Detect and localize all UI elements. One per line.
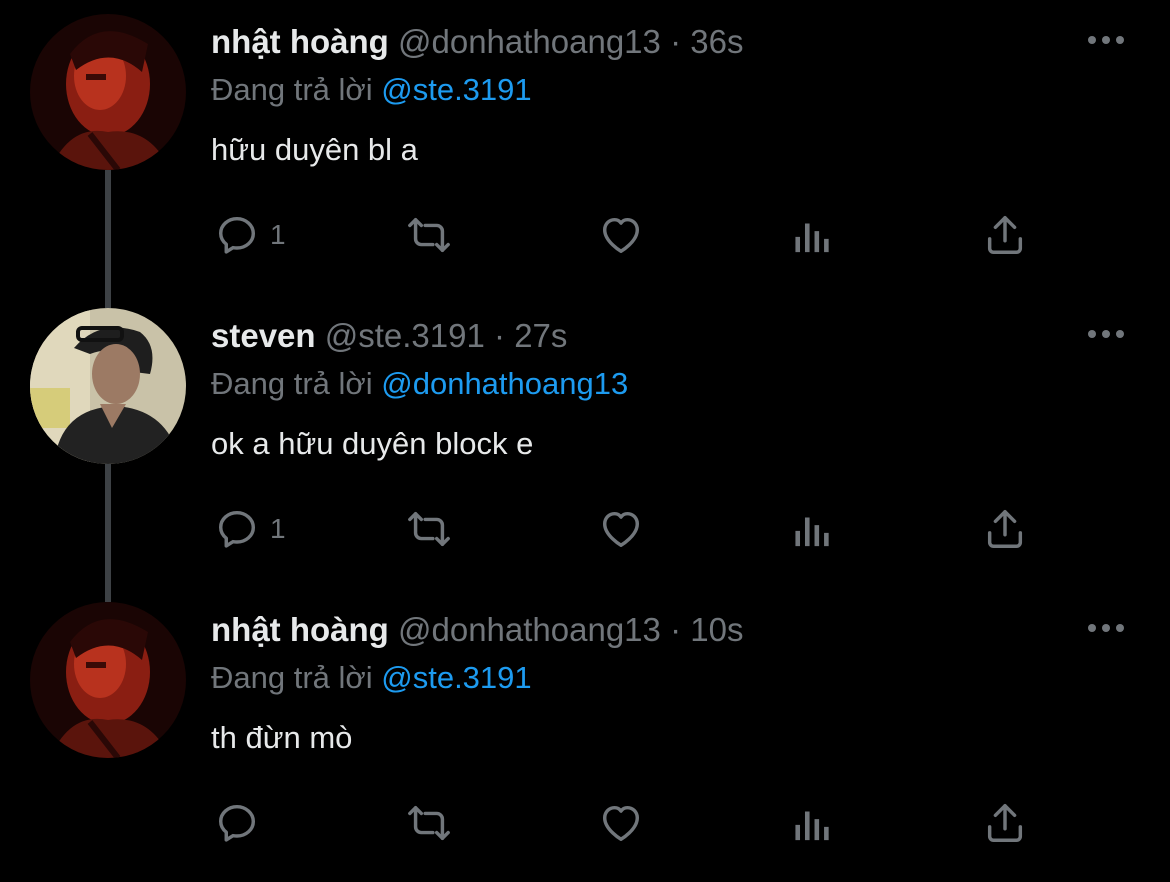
tweet-text: ok a hữu duyên block e	[211, 426, 534, 461]
reply-button[interactable]: 1	[214, 504, 286, 554]
tweet-header: nhật hoàng @donhathoang13 · 36s	[211, 22, 743, 62]
author-name[interactable]: nhật hoàng	[211, 611, 389, 648]
separator-dot: ·	[670, 23, 682, 60]
tweet[interactable]: steven @ste.3191 · 27s Đang trả lời @don…	[0, 294, 1170, 588]
share-button[interactable]	[982, 798, 1028, 848]
replying-to: Đang trả lời @ste.3191	[211, 658, 532, 698]
author-handle[interactable]: @ste.3191	[325, 317, 485, 354]
tweet-text: th đừn mò	[211, 720, 353, 755]
views-button[interactable]	[792, 798, 834, 848]
timestamp[interactable]: 36s	[690, 23, 743, 60]
share-icon	[987, 216, 1023, 254]
like-button[interactable]	[598, 504, 644, 554]
share-button[interactable]	[982, 210, 1028, 260]
reply-icon	[218, 216, 256, 254]
reply-icon	[218, 510, 256, 548]
tweet[interactable]: nhật hoàng @donhathoang13 · 10s Đang trả…	[0, 588, 1170, 882]
retweet-icon	[408, 217, 450, 253]
avatar[interactable]	[30, 308, 186, 464]
timestamp[interactable]: 27s	[514, 317, 567, 354]
reply-button[interactable]	[214, 798, 270, 848]
separator-dot: ·	[670, 611, 682, 648]
retweet-icon	[408, 511, 450, 547]
avatar[interactable]	[30, 14, 186, 170]
like-button[interactable]	[598, 798, 644, 848]
retweet-button[interactable]	[402, 798, 456, 848]
reply-count: 1	[270, 219, 286, 250]
tweet[interactable]: nhật hoàng @donhathoang13 · 36s Đang trả…	[0, 0, 1170, 294]
reply-button[interactable]: 1	[214, 210, 286, 260]
retweet-icon	[408, 805, 450, 841]
avatar[interactable]	[30, 602, 186, 758]
replying-to: Đang trả lời @ste.3191	[211, 70, 532, 110]
reply-icon	[218, 804, 256, 842]
reply-count: 1	[270, 513, 286, 544]
mention-link[interactable]: @donhathoang13	[381, 366, 628, 401]
share-icon	[987, 804, 1023, 842]
author-handle[interactable]: @donhathoang13	[398, 23, 661, 60]
like-button[interactable]	[598, 210, 644, 260]
author-name[interactable]: steven	[211, 317, 316, 354]
share-button[interactable]	[982, 504, 1028, 554]
more-icon[interactable]	[1086, 30, 1126, 50]
tweet-header: steven @ste.3191 · 27s	[211, 316, 567, 356]
share-icon	[987, 510, 1023, 548]
separator-dot: ·	[494, 317, 506, 354]
retweet-button[interactable]	[402, 504, 456, 554]
retweet-button[interactable]	[402, 210, 456, 260]
views-icon	[795, 223, 829, 253]
author-name[interactable]: nhật hoàng	[211, 23, 389, 60]
replying-to-label: Đang trả lời	[211, 660, 373, 695]
heart-icon	[602, 511, 640, 548]
action-bar: 1	[0, 210, 1170, 260]
mention-link[interactable]: @ste.3191	[381, 72, 531, 107]
timestamp[interactable]: 10s	[690, 611, 743, 648]
heart-icon	[602, 805, 640, 842]
views-button[interactable]	[792, 504, 834, 554]
replying-to-label: Đang trả lời	[211, 72, 373, 107]
replying-to-label: Đang trả lời	[211, 366, 373, 401]
more-icon[interactable]	[1086, 324, 1126, 344]
more-icon[interactable]	[1086, 618, 1126, 638]
views-icon	[795, 811, 829, 841]
heart-icon	[602, 217, 640, 254]
tweet-text: hữu duyên bl a	[211, 132, 418, 167]
tweet-header: nhật hoàng @donhathoang13 · 10s	[211, 610, 743, 650]
replying-to: Đang trả lời @donhathoang13	[211, 364, 628, 404]
mention-link[interactable]: @ste.3191	[381, 660, 531, 695]
views-button[interactable]	[792, 210, 834, 260]
author-handle[interactable]: @donhathoang13	[398, 611, 661, 648]
action-bar	[0, 798, 1170, 848]
views-icon	[795, 517, 829, 547]
action-bar: 1	[0, 504, 1170, 554]
